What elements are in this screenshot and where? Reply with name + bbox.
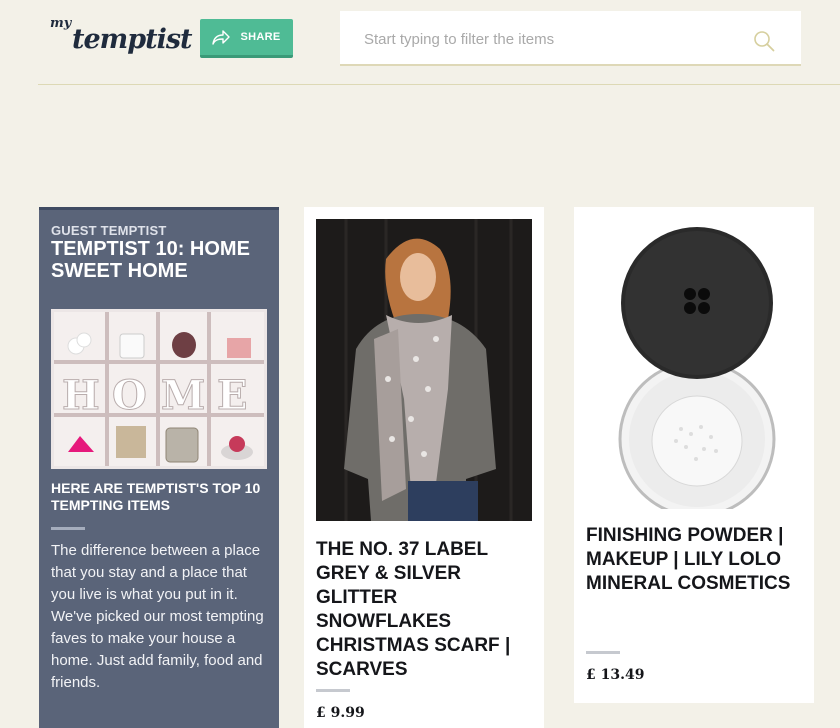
- guest-title[interactable]: TEMPTIST 10: HOME SWEET HOME: [51, 238, 271, 282]
- guest-subhead: HERE ARE TEMPTIST'S TOP 10 TEMPTING ITEM…: [51, 480, 261, 513]
- home-letter-e: E: [217, 372, 248, 419]
- header-divider: [38, 84, 840, 85]
- home-shelf-image[interactable]: H O M E: [51, 309, 267, 469]
- home-letter-m: M: [161, 372, 205, 419]
- guest-temptist-card[interactable]: GUEST TEMPTIST TEMPTIST 10: HOME SWEET H…: [39, 207, 279, 728]
- home-shelf-illustration: H O M E: [54, 312, 264, 466]
- scarf-photo: [316, 219, 532, 521]
- powder-photo: [586, 219, 802, 509]
- share-button-label: SHARE: [240, 31, 281, 43]
- logo-my: my: [50, 16, 72, 31]
- product-price: £ 13.49: [586, 667, 645, 683]
- share-arrow-icon: [212, 30, 231, 45]
- logo[interactable]: my temptist: [50, 14, 192, 64]
- guest-rule: [51, 527, 85, 530]
- product-name[interactable]: FINISHING POWDER | MAKEUP | LILY LOLO MI…: [586, 524, 804, 596]
- share-button[interactable]: SHARE: [200, 19, 293, 58]
- product-image-powder[interactable]: [586, 219, 802, 509]
- product-name[interactable]: THE NO. 37 LABEL GREY & SILVER GLITTER S…: [316, 538, 534, 682]
- product-image-scarf[interactable]: [316, 219, 532, 521]
- product-price: £ 9.99: [316, 705, 365, 721]
- guest-description: The difference between a place that you …: [51, 542, 264, 691]
- search-icon[interactable]: [753, 30, 775, 52]
- product-rule: [316, 689, 350, 692]
- search-input[interactable]: [364, 27, 744, 51]
- search-box: [340, 11, 801, 66]
- home-letter-o: O: [112, 372, 147, 419]
- guest-kicker: GUEST TEMPTIST: [51, 223, 167, 238]
- home-letter-h: H: [62, 372, 100, 419]
- logo-brand: temptist: [72, 24, 192, 55]
- product-rule: [586, 651, 620, 654]
- product-card-scarf[interactable]: THE NO. 37 LABEL GREY & SILVER GLITTER S…: [304, 207, 544, 728]
- product-card-powder[interactable]: FINISHING POWDER | MAKEUP | LILY LOLO MI…: [574, 207, 814, 703]
